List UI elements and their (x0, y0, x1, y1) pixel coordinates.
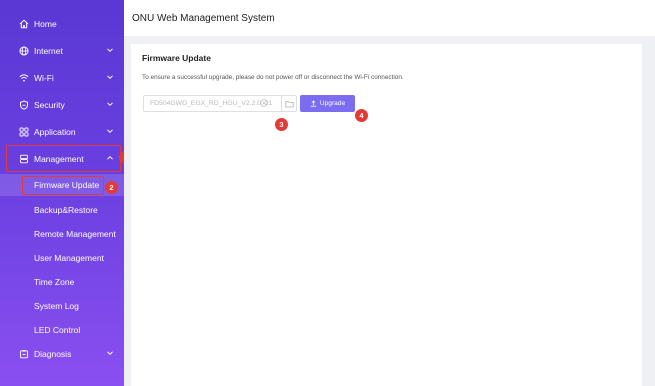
sidebar-subitem-time-zone[interactable]: Time Zone (0, 271, 124, 293)
upload-icon (310, 100, 317, 107)
sidebar-subitem-backup-restore[interactable]: Backup&Restore (0, 199, 124, 221)
sidebar-subitem-label: User Management (34, 253, 104, 263)
upgrade-notice: To ensure a successful upgrade, please d… (142, 74, 404, 81)
sidebar-subitem-user-management[interactable]: User Management (0, 247, 124, 269)
sidebar-item-wifi[interactable]: Wi-Fi (0, 66, 124, 90)
sidebar-subitem-label: Backup&Restore (34, 205, 98, 215)
sidebar-subitem-label: System Log (34, 301, 79, 311)
folder-icon (284, 100, 294, 107)
chevron-down-icon (107, 102, 113, 107)
home-icon (18, 18, 29, 29)
sidebar-item-label: Application (34, 127, 76, 137)
upgrade-button[interactable]: Upgrade (300, 95, 355, 112)
annotation-highlight-management (6, 145, 121, 172)
annotation-badge: 3 (275, 118, 288, 131)
page-title: ONU Web Management System (132, 13, 275, 24)
upgrade-button-label: Upgrade (319, 100, 346, 107)
sidebar: Home Internet Wi-Fi Security Application… (0, 0, 124, 386)
app-root: Home Internet Wi-Fi Security Application… (0, 0, 655, 386)
annotation-highlight-firmware-update (22, 176, 104, 195)
diagnosis-icon (18, 348, 29, 359)
sidebar-item-label: Internet (34, 46, 63, 56)
header: ONU Web Management System (124, 0, 655, 40)
sidebar-item-label: Diagnosis (34, 349, 72, 359)
browse-file-button[interactable] (281, 95, 297, 112)
sidebar-subitem-remote-management[interactable]: Remote Management (0, 223, 124, 245)
annotation-badge: 4 (355, 109, 368, 122)
chevron-down-icon (107, 48, 113, 53)
sidebar-subitem-label: Time Zone (34, 277, 75, 287)
globe-icon (18, 45, 29, 56)
section-title: Firmware Update (142, 53, 211, 63)
firmware-update-card: Firmware Update To ensure a successful u… (131, 44, 642, 386)
chevron-down-icon (107, 351, 113, 356)
clear-icon[interactable] (260, 99, 268, 107)
sidebar-item-internet[interactable]: Internet (0, 39, 124, 63)
wifi-icon (18, 72, 29, 83)
grid-icon (18, 126, 29, 137)
sidebar-subitem-label: LED Control (34, 325, 81, 335)
sidebar-item-label: Security (34, 100, 65, 110)
chevron-down-icon (107, 75, 113, 80)
sidebar-item-application[interactable]: Application (0, 120, 124, 144)
sidebar-subitem-led-control[interactable]: LED Control (0, 319, 124, 341)
sidebar-subitem-system-log[interactable]: System Log (0, 295, 124, 317)
sidebar-item-diagnosis[interactable]: Diagnosis (0, 342, 124, 366)
sidebar-item-security[interactable]: Security (0, 93, 124, 117)
sidebar-item-home[interactable]: Home (0, 12, 124, 36)
sidebar-subitem-label: Remote Management (34, 229, 116, 239)
annotation-badge: 2 (105, 181, 118, 194)
chevron-down-icon (107, 129, 113, 134)
sidebar-item-label: Wi-Fi (34, 73, 54, 83)
shield-icon (18, 99, 29, 110)
sidebar-item-label: Home (34, 19, 57, 29)
